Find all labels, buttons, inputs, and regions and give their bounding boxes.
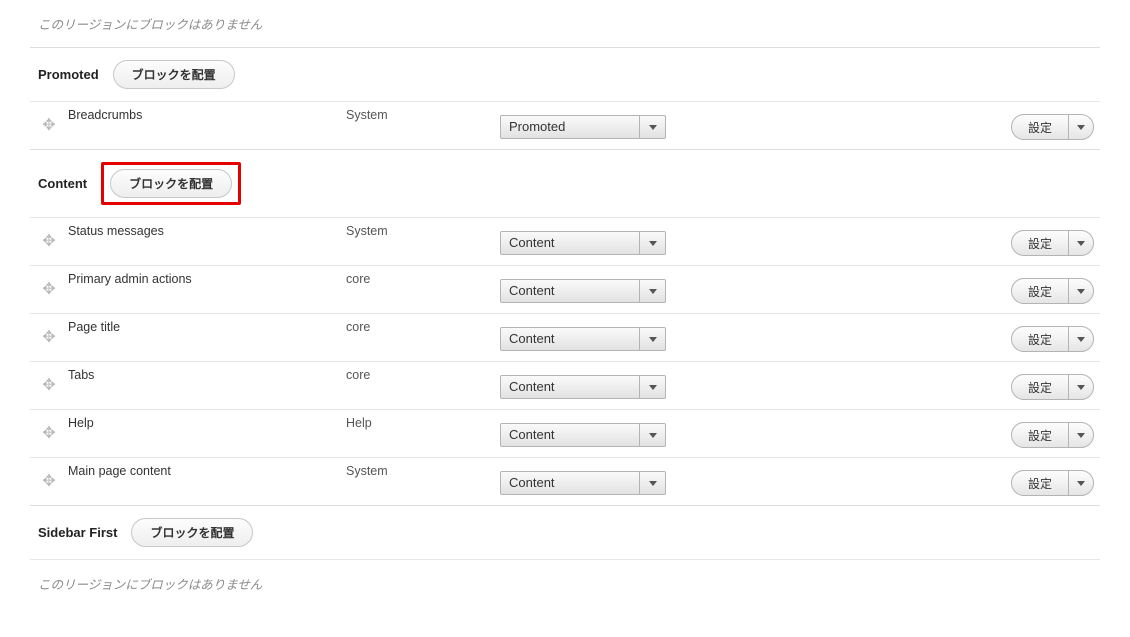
region-title: Sidebar First (38, 525, 117, 540)
block-row: ✥ Help Help Content 設定 (30, 409, 1100, 457)
empty-region-message: このリージョンにブロックはありません (30, 560, 1100, 607)
operations-dropdown[interactable]: 設定 (1011, 470, 1094, 496)
operations-dropdown[interactable]: 設定 (1011, 374, 1094, 400)
region-select[interactable]: Content (500, 375, 666, 399)
drag-handle-icon[interactable]: ✥ (42, 330, 55, 346)
chevron-down-icon (1077, 385, 1085, 390)
settings-link[interactable]: 設定 (1012, 375, 1069, 399)
operations-toggle[interactable] (1069, 327, 1093, 351)
region-header-promoted: Promoted ブロックを配置 (30, 47, 1100, 101)
block-row: ✥ Status messages System Content 設定 (30, 217, 1100, 265)
chevron-down-icon (1077, 337, 1085, 342)
operations-toggle[interactable] (1069, 279, 1093, 303)
highlight-box: ブロックを配置 (101, 162, 241, 205)
chevron-down-icon (1077, 433, 1085, 438)
region-select-value: Promoted (509, 119, 565, 134)
chevron-down-icon (639, 116, 665, 138)
region-select-value: Content (509, 283, 555, 298)
region-title: Content (38, 176, 87, 191)
chevron-down-icon (1077, 289, 1085, 294)
block-category-cell: Help (346, 410, 500, 430)
settings-link[interactable]: 設定 (1012, 231, 1069, 255)
chevron-down-icon (1077, 241, 1085, 246)
chevron-down-icon (639, 472, 665, 494)
drag-handle-icon[interactable]: ✥ (42, 474, 55, 490)
block-name-cell: Status messages (68, 218, 346, 238)
block-name-cell: Main page content (68, 458, 346, 478)
operations-dropdown[interactable]: 設定 (1011, 326, 1094, 352)
region-select-value: Content (509, 379, 555, 394)
settings-link[interactable]: 設定 (1012, 327, 1069, 351)
block-name-cell: Tabs (68, 362, 346, 382)
block-name-cell: Help (68, 410, 346, 430)
place-block-button[interactable]: ブロックを配置 (110, 169, 232, 198)
block-name-cell: Primary admin actions (68, 266, 346, 286)
block-category-cell: core (346, 266, 500, 286)
operations-dropdown[interactable]: 設定 (1011, 114, 1094, 140)
settings-link[interactable]: 設定 (1012, 423, 1069, 447)
region-select[interactable]: Promoted (500, 115, 666, 139)
operations-toggle[interactable] (1069, 423, 1093, 447)
settings-link[interactable]: 設定 (1012, 115, 1069, 139)
region-select-value: Content (509, 427, 555, 442)
drag-handle-icon[interactable]: ✥ (42, 282, 55, 298)
operations-toggle[interactable] (1069, 471, 1093, 495)
drag-handle-icon[interactable]: ✥ (42, 234, 55, 250)
chevron-down-icon (639, 280, 665, 302)
operations-toggle[interactable] (1069, 115, 1093, 139)
region-select-value: Content (509, 331, 555, 346)
chevron-down-icon (639, 328, 665, 350)
region-select[interactable]: Content (500, 279, 666, 303)
operations-dropdown[interactable]: 設定 (1011, 278, 1094, 304)
drag-handle-icon[interactable]: ✥ (42, 118, 55, 134)
settings-link[interactable]: 設定 (1012, 471, 1069, 495)
block-row: ✥ Main page content System Content 設定 (30, 457, 1100, 505)
region-select-value: Content (509, 235, 555, 250)
block-category-cell: core (346, 362, 500, 382)
drag-handle-icon[interactable]: ✥ (42, 426, 55, 442)
block-row: ✥ Breadcrumbs System Promoted 設定 (30, 101, 1100, 149)
region-select[interactable]: Content (500, 231, 666, 255)
operations-dropdown[interactable]: 設定 (1011, 422, 1094, 448)
block-row: ✥ Page title core Content 設定 (30, 313, 1100, 361)
block-row: ✥ Tabs core Content 設定 (30, 361, 1100, 409)
place-block-button[interactable]: ブロックを配置 (113, 60, 235, 89)
block-row: ✥ Primary admin actions core Content 設定 (30, 265, 1100, 313)
chevron-down-icon (1077, 481, 1085, 486)
operations-dropdown[interactable]: 設定 (1011, 230, 1094, 256)
place-block-button[interactable]: ブロックを配置 (131, 518, 253, 547)
region-header-sidebar-first: Sidebar First ブロックを配置 (30, 505, 1100, 559)
region-header-content: Content ブロックを配置 (30, 149, 1100, 217)
operations-toggle[interactable] (1069, 231, 1093, 255)
chevron-down-icon (639, 424, 665, 446)
block-name-cell: Page title (68, 314, 346, 334)
region-select[interactable]: Content (500, 327, 666, 351)
block-category-cell: System (346, 458, 500, 478)
drag-handle-icon[interactable]: ✥ (42, 378, 55, 394)
block-category-cell: System (346, 102, 500, 122)
region-title: Promoted (38, 67, 99, 82)
operations-toggle[interactable] (1069, 375, 1093, 399)
region-select[interactable]: Content (500, 471, 666, 495)
region-select-value: Content (509, 475, 555, 490)
block-category-cell: core (346, 314, 500, 334)
chevron-down-icon (639, 232, 665, 254)
empty-region-message: このリージョンにブロックはありません (30, 0, 1100, 47)
block-category-cell: System (346, 218, 500, 238)
settings-link[interactable]: 設定 (1012, 279, 1069, 303)
chevron-down-icon (1077, 125, 1085, 130)
chevron-down-icon (639, 376, 665, 398)
block-name-cell: Breadcrumbs (68, 102, 346, 122)
region-select[interactable]: Content (500, 423, 666, 447)
